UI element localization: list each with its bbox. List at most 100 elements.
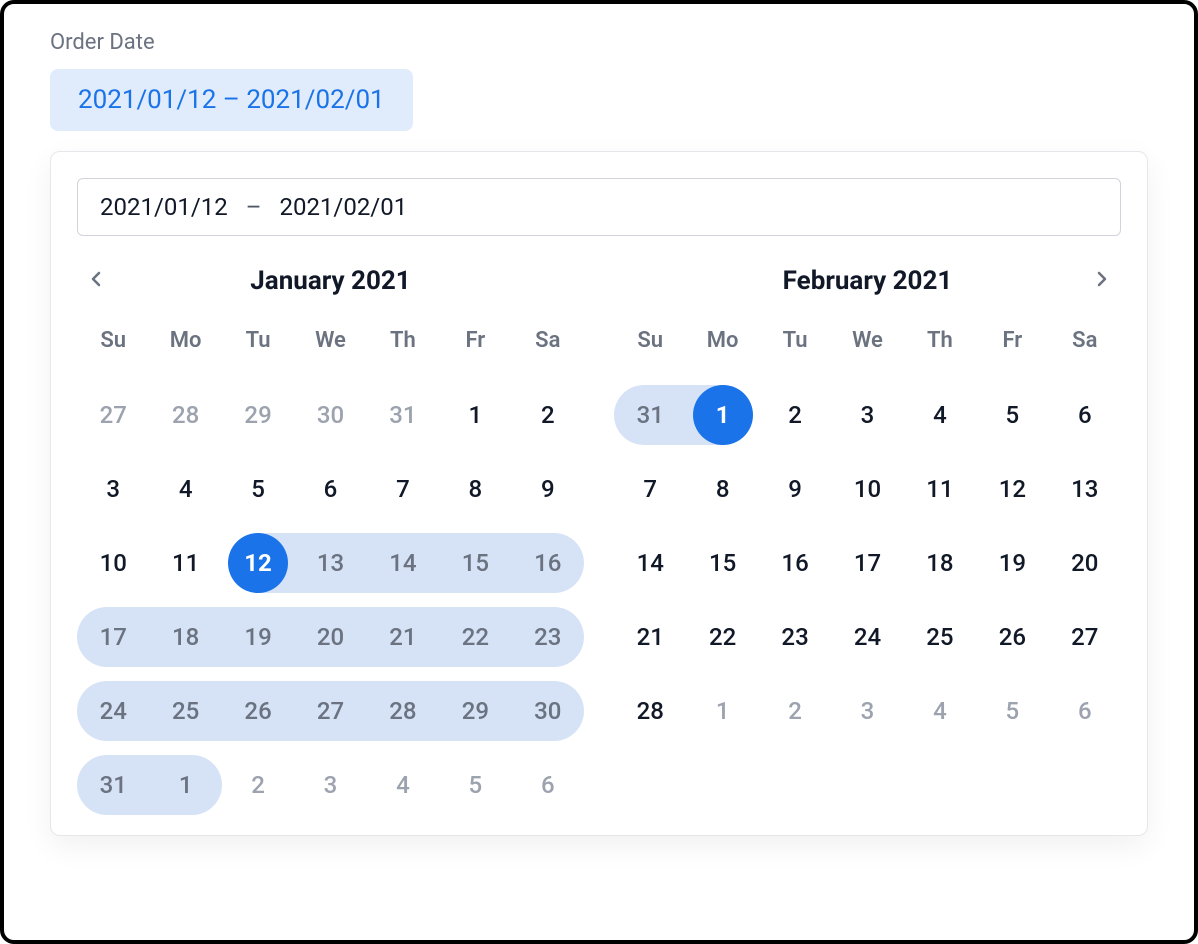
- month-header: January 2021: [77, 258, 584, 304]
- calendar-day[interactable]: 1: [686, 385, 758, 445]
- calendar-day[interactable]: 31: [77, 755, 149, 815]
- calendar-day[interactable]: 11: [904, 459, 976, 519]
- date-range-panel: 2021/01/12 – 2021/02/01 January 2021SuMo…: [50, 151, 1148, 836]
- calendar-day[interactable]: 4: [149, 459, 221, 519]
- calendar-day[interactable]: 4: [904, 385, 976, 445]
- calendar-day[interactable]: 12: [222, 533, 294, 593]
- calendar-day[interactable]: 29: [222, 385, 294, 445]
- calendar-day[interactable]: 30: [512, 681, 584, 741]
- calendar-day[interactable]: 29: [439, 681, 511, 741]
- calendar-day[interactable]: 13: [294, 533, 366, 593]
- calendar-day[interactable]: 3: [294, 755, 366, 815]
- calendar-day[interactable]: 2: [222, 755, 294, 815]
- day-number: 26: [244, 697, 271, 725]
- calendar-day[interactable]: 10: [77, 533, 149, 593]
- range-start-value[interactable]: 2021/01/12: [100, 193, 228, 221]
- calendar-day[interactable]: 3: [831, 385, 903, 445]
- calendar-day[interactable]: 2: [759, 681, 831, 741]
- calendar-day[interactable]: 26: [222, 681, 294, 741]
- range-end-value[interactable]: 2021/02/01: [279, 193, 407, 221]
- calendar-day[interactable]: 8: [686, 459, 758, 519]
- calendar-day[interactable]: 19: [976, 533, 1048, 593]
- chevron-right-icon: [1091, 269, 1111, 293]
- calendar-day[interactable]: 14: [614, 533, 686, 593]
- calendar-day[interactable]: 27: [294, 681, 366, 741]
- calendar-day[interactable]: 10: [831, 459, 903, 519]
- date-range-pill[interactable]: 2021/01/12 – 2021/02/01: [50, 69, 413, 131]
- calendar-day[interactable]: 12: [976, 459, 1048, 519]
- date-range-input[interactable]: 2021/01/12 – 2021/02/01: [77, 178, 1121, 236]
- calendar-day[interactable]: 24: [831, 607, 903, 667]
- calendar-day[interactable]: 3: [77, 459, 149, 519]
- calendar-day[interactable]: 15: [686, 533, 758, 593]
- calendar-day[interactable]: 6: [294, 459, 366, 519]
- calendar-day[interactable]: 5: [976, 681, 1048, 741]
- calendar-day[interactable]: 18: [904, 533, 976, 593]
- calendar-day[interactable]: 1: [686, 681, 758, 741]
- calendar-day[interactable]: 21: [614, 607, 686, 667]
- prev-month-button[interactable]: [81, 265, 113, 297]
- day-header: Mo: [686, 328, 758, 371]
- calendar-day[interactable]: 31: [614, 385, 686, 445]
- calendar-day[interactable]: 24: [77, 681, 149, 741]
- day-number: 27: [1071, 623, 1098, 651]
- calendar-day[interactable]: 7: [614, 459, 686, 519]
- field-label: Order Date: [50, 30, 1148, 55]
- calendar-day[interactable]: 16: [759, 533, 831, 593]
- calendar-day[interactable]: 28: [149, 385, 221, 445]
- calendar-day[interactable]: 17: [831, 533, 903, 593]
- day-number: 30: [317, 401, 344, 429]
- calendar-day[interactable]: 28: [367, 681, 439, 741]
- calendar-day[interactable]: 2: [759, 385, 831, 445]
- calendar-day[interactable]: 6: [1049, 385, 1121, 445]
- calendar-day[interactable]: 25: [149, 681, 221, 741]
- calendar-day[interactable]: 5: [976, 385, 1048, 445]
- calendar-day[interactable]: 1: [149, 755, 221, 815]
- calendar-day[interactable]: 4: [367, 755, 439, 815]
- month-title: January 2021: [250, 266, 410, 296]
- calendar-day[interactable]: 7: [367, 459, 439, 519]
- calendar-day[interactable]: 13: [1049, 459, 1121, 519]
- day-number: 4: [933, 401, 947, 429]
- calendar-day[interactable]: 28: [614, 681, 686, 741]
- calendar-day[interactable]: 27: [77, 385, 149, 445]
- calendar-month: February 2021SuMoTuWeThFrSa3112345678910…: [614, 258, 1121, 815]
- calendar-day[interactable]: 22: [439, 607, 511, 667]
- calendar-day[interactable]: 6: [1049, 681, 1121, 741]
- calendar-day[interactable]: 9: [759, 459, 831, 519]
- day-header: Tu: [759, 328, 831, 371]
- calendar-day[interactable]: 15: [439, 533, 511, 593]
- calendar-day[interactable]: 14: [367, 533, 439, 593]
- calendar-day[interactable]: 20: [1049, 533, 1121, 593]
- calendar-day[interactable]: 11: [149, 533, 221, 593]
- calendar-day[interactable]: 4: [904, 681, 976, 741]
- day-number: 17: [854, 549, 881, 577]
- calendar-day[interactable]: 8: [439, 459, 511, 519]
- calendar-day[interactable]: 9: [512, 459, 584, 519]
- calendar-day[interactable]: 22: [686, 607, 758, 667]
- calendar-day[interactable]: 17: [77, 607, 149, 667]
- day-number: 31: [637, 401, 664, 429]
- next-month-button[interactable]: [1085, 265, 1117, 297]
- calendar-day[interactable]: 3: [831, 681, 903, 741]
- calendar-day[interactable]: 30: [294, 385, 366, 445]
- calendar-day[interactable]: 23: [759, 607, 831, 667]
- calendar-day[interactable]: 2: [512, 385, 584, 445]
- calendar-day[interactable]: 21: [367, 607, 439, 667]
- calendar-day[interactable]: 25: [904, 607, 976, 667]
- calendar-day[interactable]: 5: [222, 459, 294, 519]
- calendar-day[interactable]: 20: [294, 607, 366, 667]
- calendar-day[interactable]: 16: [512, 533, 584, 593]
- day-number: 9: [788, 475, 802, 503]
- calendar-day[interactable]: 23: [512, 607, 584, 667]
- day-number: 8: [716, 475, 730, 503]
- calendar-day[interactable]: 27: [1049, 607, 1121, 667]
- calendar-day[interactable]: 18: [149, 607, 221, 667]
- calendar-day[interactable]: 6: [512, 755, 584, 815]
- calendar-day[interactable]: 26: [976, 607, 1048, 667]
- calendar-day[interactable]: 19: [222, 607, 294, 667]
- calendar-day[interactable]: 1: [439, 385, 511, 445]
- day-header: Sa: [1049, 328, 1121, 371]
- calendar-day[interactable]: 5: [439, 755, 511, 815]
- calendar-day[interactable]: 31: [367, 385, 439, 445]
